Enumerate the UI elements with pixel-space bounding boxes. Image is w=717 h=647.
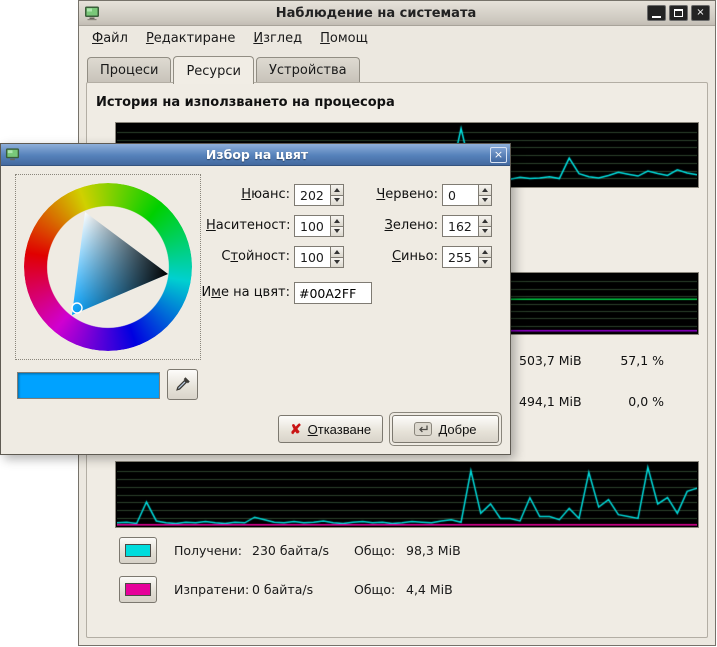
- blue-spinner: 255: [442, 246, 492, 268]
- received-color-button[interactable]: [119, 537, 157, 564]
- blue-label: Синьо:: [356, 249, 438, 264]
- system-monitor-icon: [84, 5, 100, 21]
- saturation-spinner: 100: [294, 215, 344, 237]
- menu-help[interactable]: Помощ: [311, 28, 377, 49]
- network-chart-frame: [115, 461, 699, 528]
- blue-value[interactable]: 255: [442, 246, 478, 268]
- value-value[interactable]: 100: [294, 246, 330, 268]
- red-value[interactable]: 0: [442, 184, 478, 206]
- color-picker-dialog: Избор на цвят ×: [0, 143, 511, 455]
- eyedropper-icon: [174, 376, 191, 393]
- swap-used-value: 494,1 MiB: [519, 394, 582, 409]
- red-up-button[interactable]: [478, 184, 492, 196]
- memory-used-percent: 57,1 %: [599, 353, 664, 368]
- sent-color-button[interactable]: [119, 576, 157, 603]
- network-history-chart: [117, 463, 697, 526]
- sent-color-swatch: [125, 583, 151, 596]
- minimize-icon: [652, 16, 661, 18]
- maximize-icon: [674, 9, 683, 17]
- ok-button[interactable]: Добре: [392, 415, 499, 443]
- value-spinner: 100: [294, 246, 344, 268]
- close-icon: ×: [696, 7, 704, 18]
- swap-used-percent: 0,0 %: [599, 394, 664, 409]
- menu-edit[interactable]: Редактиране: [137, 28, 244, 49]
- cancel-label: Отказване: [308, 422, 372, 437]
- received-color-swatch: [125, 544, 151, 557]
- network-received-row: Получени: 230 байта/s Общо: 98,3 MiB: [119, 537, 461, 564]
- close-icon: ×: [494, 148, 503, 161]
- notebook-tabs: Процеси Ресурси Устройства: [87, 56, 362, 83]
- dialog-titlebar[interactable]: Избор на цвят ×: [1, 144, 510, 166]
- hue-down-button[interactable]: [330, 196, 344, 207]
- green-down-button[interactable]: [478, 227, 492, 238]
- sent-rate: 0 байта/s: [252, 582, 354, 597]
- color-name-label: Име на цвят:: [196, 285, 290, 300]
- ok-label: Добре: [438, 422, 476, 437]
- main-titlebar[interactable]: Наблюдение на системата ×: [79, 1, 715, 26]
- tab-resources[interactable]: Ресурси: [173, 56, 254, 84]
- hue-up-button[interactable]: [330, 184, 344, 196]
- memory-used-value: 503,7 MiB: [519, 353, 582, 368]
- red-spinner: 0: [442, 184, 492, 206]
- network-sent-row: Изпратени: 0 байта/s Общо: 4,4 MiB: [119, 576, 453, 603]
- red-down-button[interactable]: [478, 196, 492, 207]
- eyedropper-button[interactable]: [167, 369, 198, 400]
- hue-label: Нюанс:: [206, 187, 290, 202]
- window-title: Наблюдение на системата: [105, 6, 647, 21]
- minimize-button[interactable]: [647, 5, 666, 21]
- saturation-value-triangle[interactable]: [46, 205, 170, 329]
- maximize-button[interactable]: [669, 5, 688, 21]
- dialog-title: Избор на цвят: [24, 147, 490, 162]
- sent-label: Изпратени:: [174, 582, 252, 597]
- close-button[interactable]: ×: [691, 5, 710, 21]
- saturation-down-button[interactable]: [330, 227, 344, 238]
- dialog-icon: [5, 147, 20, 162]
- saturation-label: Наситеност:: [206, 218, 290, 233]
- cpu-section-title: История на използването на процесора: [96, 95, 395, 110]
- received-total: 98,3 MiB: [406, 543, 461, 558]
- menu-view[interactable]: Изглед: [244, 28, 311, 49]
- value-label: Стойност:: [206, 249, 290, 264]
- value-down-button[interactable]: [330, 258, 344, 269]
- color-wheel-area: [15, 174, 201, 360]
- sent-total-label: Общо:: [354, 582, 406, 597]
- received-label: Получени:: [174, 543, 252, 558]
- green-label: Зелено:: [356, 218, 438, 233]
- received-rate: 230 байта/s: [252, 543, 354, 558]
- desktop: Наблюдение на системата × Файл Редактира…: [0, 0, 717, 647]
- received-total-label: Общо:: [354, 543, 406, 558]
- green-value[interactable]: 162: [442, 215, 478, 237]
- cancel-button[interactable]: ✘ Отказване: [278, 415, 383, 443]
- green-up-button[interactable]: [478, 215, 492, 227]
- color-preview: [17, 372, 160, 399]
- ok-default-ring: Добре: [389, 412, 502, 446]
- blue-down-button[interactable]: [478, 258, 492, 269]
- hue-spinner: 202: [294, 184, 344, 206]
- tab-devices[interactable]: Устройства: [256, 57, 360, 83]
- sent-total: 4,4 MiB: [406, 582, 453, 597]
- red-label: Червено:: [356, 187, 438, 202]
- menubar: Файл Редактиране Изглед Помощ: [79, 26, 715, 50]
- saturation-up-button[interactable]: [330, 215, 344, 227]
- tab-processes[interactable]: Процеси: [87, 57, 171, 83]
- cancel-icon: ✘: [290, 421, 302, 438]
- blue-up-button[interactable]: [478, 246, 492, 258]
- dialog-close-button[interactable]: ×: [490, 147, 507, 163]
- green-spinner: 162: [442, 215, 492, 237]
- hue-value[interactable]: 202: [294, 184, 330, 206]
- value-up-button[interactable]: [330, 246, 344, 258]
- saturation-value[interactable]: 100: [294, 215, 330, 237]
- color-name-input[interactable]: [294, 282, 372, 304]
- enter-key-icon: [414, 422, 432, 436]
- menu-file[interactable]: Файл: [83, 28, 137, 49]
